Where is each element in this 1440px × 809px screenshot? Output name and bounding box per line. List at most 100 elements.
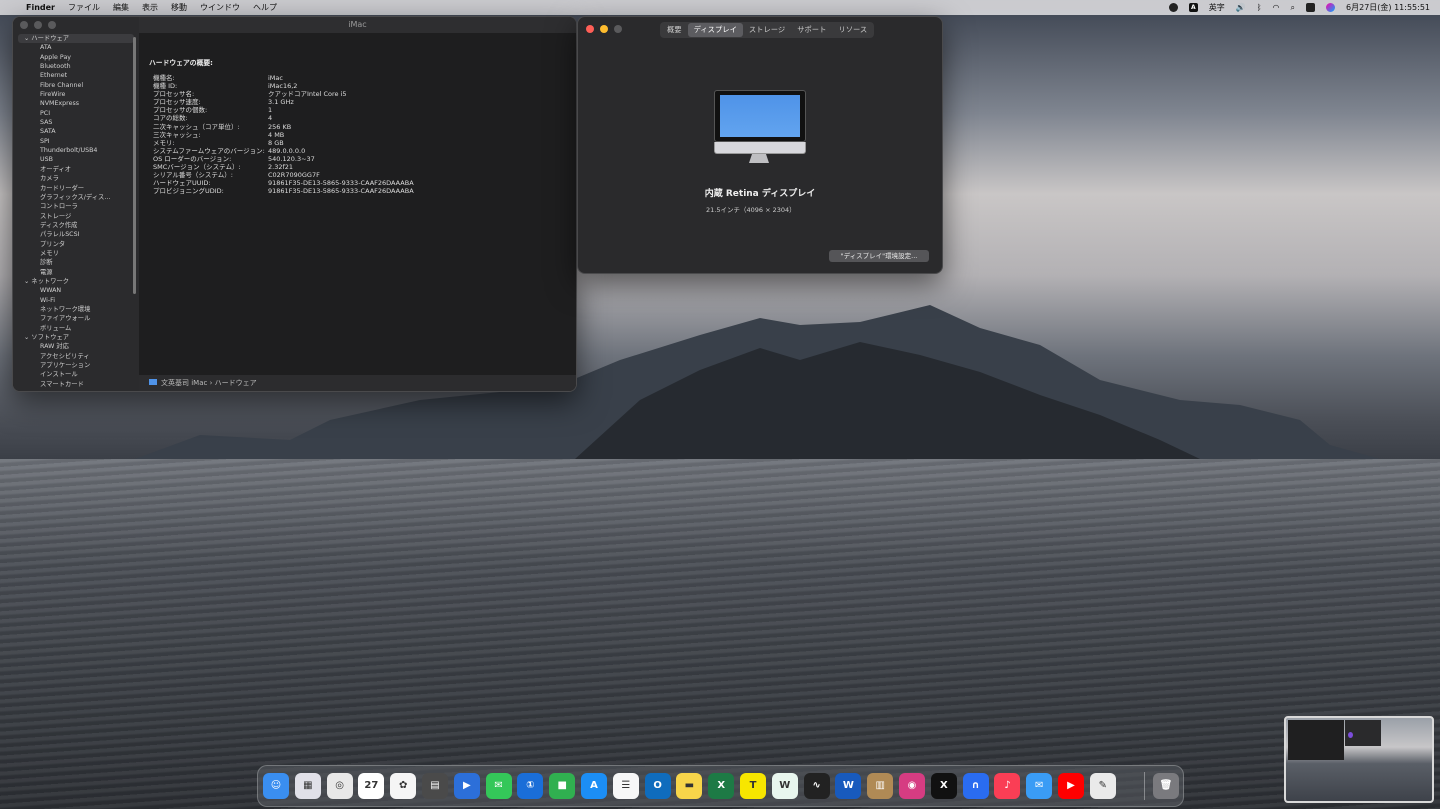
dock-app-messages-icon[interactable]: ✉ (485, 773, 512, 799)
dock-app-stocks-icon[interactable]: ∿ (803, 773, 830, 799)
sidebar-item-hardware[interactable]: Ethernet (18, 71, 134, 80)
sidebar-item-software[interactable]: スマートカード (18, 380, 134, 389)
sidebar-item-hardware[interactable]: ディスク作成 (18, 221, 134, 230)
dock-app-launchpad-icon[interactable]: ▦ (294, 773, 321, 799)
tab-storage[interactable]: ストレージ (743, 23, 791, 37)
menu-view[interactable]: 表示 (142, 2, 158, 13)
sidebar-item-hardware[interactable]: ストレージ (18, 212, 134, 221)
dock-app-trash-icon[interactable]: 🗑 (1153, 773, 1179, 799)
sidebar-item-hardware[interactable]: SATA (18, 127, 134, 136)
dock-app-reminders-icon[interactable]: ☰ (612, 773, 639, 799)
wifi-icon[interactable]: ◠ (1273, 3, 1280, 12)
spec-value: 4 (268, 114, 273, 123)
sidebar-item-software[interactable]: アクセシビリティ (18, 352, 134, 361)
siri-icon[interactable] (1326, 3, 1336, 12)
dock-app-photos-icon[interactable]: ✿ (390, 773, 417, 799)
zoom-button[interactable] (48, 21, 56, 29)
dock-app-youtube-icon[interactable]: ▶ (1058, 773, 1084, 799)
sidebar-item-hardware[interactable]: Fibre Channel (18, 81, 134, 90)
sidebar-item-hardware[interactable]: FireWire (18, 90, 134, 99)
menubar-clock[interactable]: 6月27日(金) 11:55:51 (1346, 2, 1430, 13)
tab-resources[interactable]: リソース (832, 23, 873, 37)
sidebar-item-network[interactable]: ネットワーク環境 (18, 305, 134, 314)
dock-app-preview-icon[interactable]: ✎ (1089, 773, 1116, 799)
dock-app-app-store-icon[interactable]: A (581, 773, 607, 799)
dock-app-word-icon[interactable]: W (835, 773, 862, 799)
input-mode-label[interactable]: 英字 (1209, 2, 1225, 13)
sidebar-section-software[interactable]: ⌄ ソフトウェア (18, 333, 134, 342)
sidebar-item-hardware[interactable]: Bluetooth (18, 62, 134, 71)
dock-app-facetime-icon[interactable]: ■ (549, 773, 576, 799)
menu-edit[interactable]: 編集 (113, 2, 129, 13)
dock-app-keynote-icon[interactable]: ▶ (453, 773, 480, 799)
sidebar-item-hardware[interactable]: Thunderbolt/USB4 (18, 146, 134, 155)
sidebar-item-hardware[interactable]: パラレルSCSI (18, 230, 134, 239)
menu-help[interactable]: ヘルプ (253, 2, 277, 13)
sidebar-item-network[interactable]: Wi-Fi (18, 296, 134, 305)
zoom-button[interactable] (614, 25, 622, 33)
tab-support[interactable]: サポート (791, 23, 832, 37)
app-menu-finder[interactable]: Finder (26, 3, 55, 12)
sidebar-item-network[interactable]: ボリューム (18, 324, 134, 333)
sidebar-item-hardware[interactable]: SPI (18, 137, 134, 146)
sidebar-item-hardware[interactable]: メモリ (18, 249, 134, 258)
sidebar-item-hardware[interactable]: 診断 (18, 258, 134, 267)
sidebar-item-software[interactable]: RAW 対応 (18, 342, 134, 351)
sidebar-item-hardware[interactable]: SAS (18, 118, 134, 127)
input-source-icon[interactable]: A (1188, 3, 1198, 12)
dock-app-finder-icon[interactable]: ☺ (263, 773, 289, 799)
dock-app-calculator-icon[interactable]: ▤ (422, 773, 448, 799)
sidebar-section-hardware[interactable]: ⌄ ハードウェア (18, 34, 134, 44)
sidebar-item-hardware[interactable]: グラフィックス/ディス… (18, 193, 134, 202)
dock-app-kakaotalk-icon[interactable]: T (740, 773, 766, 799)
sidebar-scrollbar[interactable] (133, 37, 136, 294)
dock-app-copilot-icon[interactable]: ∩ (962, 773, 989, 799)
sidebar-item-hardware[interactable]: プリンタ (18, 240, 134, 249)
sidebar-section-network[interactable]: ⌄ ネットワーク (18, 277, 134, 286)
dock-app-calendar-icon[interactable]: 27 (358, 773, 385, 799)
dock-app-webull-icon[interactable]: W (771, 773, 798, 799)
volume-icon[interactable]: 🔊 (1236, 3, 1246, 12)
screenshot-thumbnail[interactable] (1284, 716, 1434, 803)
display-preferences-button[interactable]: "ディスプレイ"環境設定... (829, 250, 929, 262)
tab-overview[interactable]: 概要 (661, 23, 688, 37)
dock-app-x-icon[interactable]: X (930, 773, 957, 799)
dock-app-excel-icon[interactable]: X (708, 773, 735, 799)
dock-app-notebook-icon[interactable]: ▥ (867, 773, 894, 799)
menu-file[interactable]: ファイル (68, 2, 100, 13)
sidebar-item-hardware[interactable]: ATA (18, 43, 134, 52)
sidebar-item-hardware[interactable]: PCI (18, 109, 134, 118)
minimize-button[interactable] (600, 25, 608, 33)
sidebar-item-hardware[interactable]: NVMExpress (18, 99, 134, 108)
control-center-icon[interactable] (1306, 3, 1316, 12)
password-manager-icon[interactable] (1168, 3, 1178, 12)
menu-go[interactable]: 移動 (171, 2, 187, 13)
sidebar-item-hardware[interactable]: USB (18, 155, 134, 164)
sidebar-item-hardware[interactable]: Apple Pay (18, 53, 134, 62)
dock-app-instagram-icon[interactable]: ◉ (899, 773, 925, 799)
dock-app-chrome-icon[interactable]: ◎ (326, 773, 353, 799)
sidebar-item-hardware[interactable]: カードリーダー (18, 184, 134, 193)
sidebar-item-software[interactable]: インストール (18, 370, 134, 379)
breadcrumb[interactable]: 文英基司 iMac › ハードウェア (161, 379, 257, 387)
sidebar-item-network[interactable]: ファイアウォール (18, 314, 134, 323)
dock-separator (1144, 772, 1145, 800)
minimize-button[interactable] (34, 21, 42, 29)
sidebar-item-hardware[interactable]: オーディオ (18, 165, 134, 174)
tab-display[interactable]: ディスプレイ (687, 23, 743, 37)
sidebar-item-hardware[interactable]: カメラ (18, 174, 134, 183)
sidebar-item-software[interactable]: アプリケーション (18, 361, 134, 370)
dock-app-music-icon[interactable]: ♪ (994, 773, 1021, 799)
close-button[interactable] (20, 21, 28, 29)
sidebar-item-hardware[interactable]: コントローラ (18, 202, 134, 211)
menu-window[interactable]: ウインドウ (200, 2, 240, 13)
sidebar-item-hardware[interactable]: 電源 (18, 268, 134, 277)
dock-app-notes-icon[interactable]: ▬ (676, 773, 703, 799)
close-button[interactable] (586, 25, 594, 33)
dock-app-mail-icon[interactable]: ✉ (1026, 773, 1053, 799)
dock-app-1password-icon[interactable]: ① (517, 773, 544, 799)
spotlight-search-icon[interactable]: ⌕ (1291, 3, 1295, 13)
sidebar-item-network[interactable]: WWAN (18, 286, 134, 295)
bluetooth-icon[interactable]: ᛒ (1257, 3, 1262, 12)
dock-app-outlook-icon[interactable]: O (644, 773, 671, 799)
